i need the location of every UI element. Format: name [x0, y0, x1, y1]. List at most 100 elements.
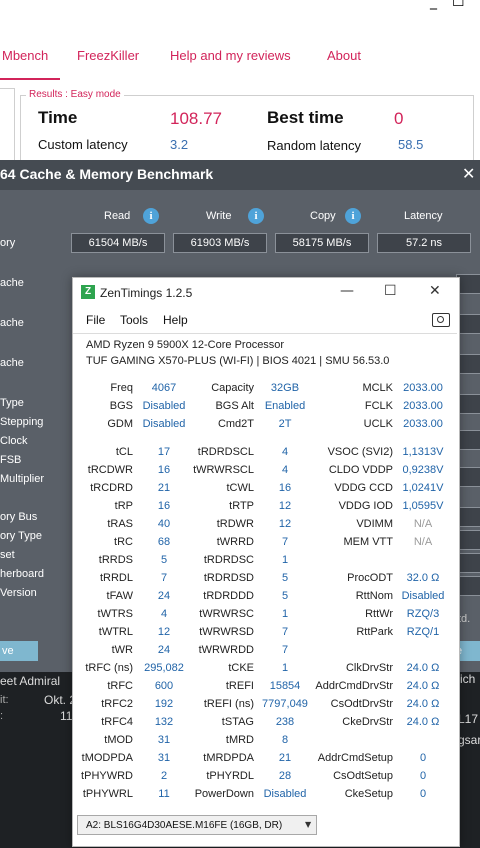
side-label: Type: [0, 397, 24, 409]
timing-value: 12: [278, 518, 292, 530]
timing-value: 132: [154, 716, 174, 728]
timing-value: 5: [160, 554, 168, 566]
timing-value: 16: [157, 500, 171, 512]
timing-value: 1: [281, 662, 289, 674]
timing-value: 1,0241V: [402, 482, 444, 494]
timing-value: 40: [157, 518, 171, 530]
info-icon[interactable]: i: [143, 208, 159, 224]
timing-label: tRFC (ns): [85, 662, 133, 674]
timing-label: FCLK: [364, 400, 393, 412]
timing-value: 21: [278, 752, 292, 764]
column-write: Write: [206, 210, 232, 222]
timing-label: tPHYRDL: [206, 770, 254, 782]
timing-label: tRDRDDD: [203, 590, 254, 602]
timing-value: 2: [160, 770, 168, 782]
timing-value: 5: [281, 572, 289, 584]
timing-value: 192: [154, 698, 174, 710]
timing-value: 295,082: [144, 662, 184, 674]
timing-label: VSOC (SVI2): [327, 446, 393, 458]
timing-value: 15854: [269, 680, 301, 692]
timing-label: tMRD: [225, 734, 254, 746]
active-tab-indicator: [0, 78, 60, 80]
timing-label: RttPark: [356, 626, 393, 638]
tab-mbench[interactable]: Mbench: [2, 48, 48, 63]
memory-copy-value: 58175 MB/s: [275, 233, 369, 253]
timing-label: tWRWRDD: [198, 644, 254, 656]
timing-label: tCWL: [226, 482, 255, 494]
side-label: herboard: [0, 568, 45, 580]
timing-label: tPHYWRD: [81, 770, 133, 782]
column-read: Read: [104, 210, 131, 222]
menu-help[interactable]: Help: [163, 313, 188, 327]
timing-value: 7: [281, 536, 289, 548]
chevron-down-icon[interactable]: ▼: [305, 815, 311, 835]
left-panel-edge: [0, 88, 15, 170]
maximize-button[interactable]: ☐: [452, 0, 465, 10]
tab-about[interactable]: About: [327, 48, 361, 63]
timing-label: MCLK: [362, 382, 393, 394]
timing-value: 31: [157, 734, 171, 746]
maximize-button[interactable]: ☐: [384, 283, 397, 299]
timing-value: 7: [281, 626, 289, 638]
timing-label: ProcODT: [347, 572, 393, 584]
bottom-text: eet Admiral: [0, 674, 61, 688]
timing-label: CLDO VDDP: [328, 464, 393, 476]
timing-value: 4: [160, 608, 168, 620]
save-button[interactable]: ve: [0, 641, 38, 661]
timing-value: 24.0 Ω: [406, 662, 440, 674]
timing-label: tRCDRD: [90, 482, 133, 494]
timing-label: BGS: [109, 400, 133, 412]
time-label: Time: [38, 108, 78, 127]
timing-value: 1: [281, 608, 289, 620]
timing-value: 12: [157, 626, 171, 638]
side-label: ache: [0, 317, 24, 329]
side-label: Version: [0, 587, 37, 599]
tab-help-reviews[interactable]: Help and my reviews: [170, 48, 291, 63]
timing-label: tRRDS: [98, 554, 133, 566]
tab-freezkiller[interactable]: FreezKiller: [77, 48, 139, 63]
side-label: ache: [0, 357, 24, 369]
timing-label: Freq: [110, 382, 133, 394]
timing-label: tRFC2: [101, 698, 133, 710]
timing-value: 1,0595V: [402, 500, 444, 512]
timing-value: 32.0 Ω: [406, 572, 440, 584]
timing-label: tRDRDSD: [203, 572, 254, 584]
timing-label: tPHYWRL: [82, 788, 133, 800]
aida-close-button[interactable]: ✕: [462, 164, 475, 183]
timing-value: 24.0 Ω: [406, 698, 440, 710]
info-icon[interactable]: i: [345, 208, 361, 224]
results-group: [20, 95, 474, 167]
timing-label: tRDRDSC: [203, 554, 254, 566]
timing-label: tRCDWR: [87, 464, 133, 476]
minimize-button[interactable]: _: [430, 0, 437, 10]
camera-icon[interactable]: [432, 313, 450, 327]
info-icon[interactable]: i: [248, 208, 264, 224]
memory-latency-value: 57.2 ns: [377, 233, 471, 253]
timing-label: PowerDown: [194, 788, 254, 800]
timing-label: tRAS: [107, 518, 133, 530]
background-window-titlebar: [0, 0, 480, 40]
timing-value: 0: [419, 752, 427, 764]
timing-label: tWRWRSC: [199, 608, 254, 620]
timing-label: UCLK: [363, 418, 393, 430]
minimize-button[interactable]: —: [340, 283, 354, 299]
timing-label: CsOdtDrvStr: [330, 698, 393, 710]
custom-latency-label: Custom latency: [38, 137, 128, 152]
menu-file[interactable]: File: [86, 313, 105, 327]
timing-label: AddrCmdSetup: [317, 752, 393, 764]
bottom-text: L17: [458, 712, 479, 726]
timing-label: Cmd2T: [217, 418, 254, 430]
menu-separator: [73, 333, 457, 334]
timing-value: 24.0 Ω: [406, 716, 440, 728]
close-button[interactable]: ✕: [429, 283, 441, 299]
timing-value: 11: [158, 788, 170, 800]
zentimings-logo-icon: Z: [81, 285, 95, 299]
timing-value: Disabled: [401, 590, 445, 602]
menu-tools[interactable]: Tools: [120, 313, 148, 327]
timing-value: Disabled: [142, 418, 186, 430]
cpu-name: AMD Ryzen 9 5900X 12-Core Processor: [86, 339, 285, 351]
dimm-select[interactable]: A2: BLS16G4D30AESE.M16FE (16GB, DR): [77, 815, 317, 835]
timing-label: BGS Alt: [215, 400, 254, 412]
timing-value: RZQ/3: [406, 608, 440, 620]
timing-value: Disabled: [142, 400, 186, 412]
